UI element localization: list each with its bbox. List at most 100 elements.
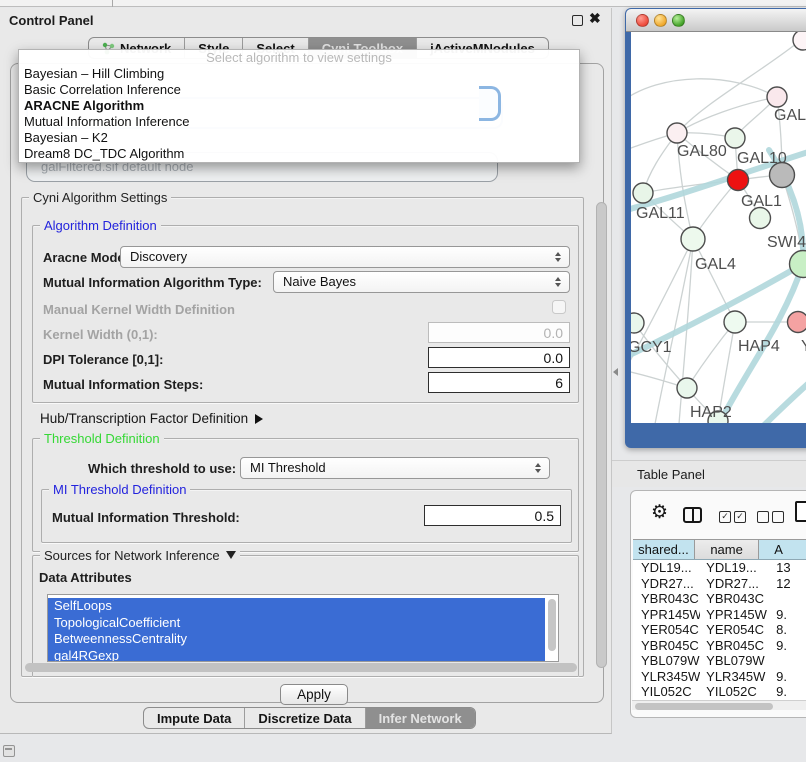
apply-button[interactable]: Apply xyxy=(280,684,348,705)
network-node-label: GCY1 xyxy=(631,339,672,356)
control-panel-titlebar: Control Panel ✖ xyxy=(0,8,611,34)
table-row[interactable]: YDR27...YDR27...12 xyxy=(633,576,806,592)
table-body: YDL19...YDL19...13YDR27...YDR27...12YBR0… xyxy=(633,560,806,700)
table-cell: YIL052C xyxy=(633,684,700,700)
list-vertical-scrollbar[interactable] xyxy=(548,599,556,651)
table-row[interactable]: YPR145WYPR145W9. xyxy=(633,607,806,623)
table-cell: YDL19... xyxy=(633,560,700,576)
table-row[interactable]: YBR045CYBR045C9. xyxy=(633,638,806,654)
network-node[interactable] xyxy=(767,87,787,107)
table-cell: 12 xyxy=(772,576,806,592)
select-all-checkboxes-icon[interactable]: ✓✓ xyxy=(719,511,746,523)
kernel-width-input[interactable]: 0.0 xyxy=(428,322,570,343)
table-row[interactable]: YIL052CYIL052C9. xyxy=(633,684,806,700)
table-row[interactable]: YLR345WYLR345W9. xyxy=(633,669,806,685)
network-node[interactable] xyxy=(681,227,705,251)
spinner-arrows-icon xyxy=(555,277,561,287)
manual-kernel-width-checkbox[interactable] xyxy=(552,300,566,314)
network-node[interactable] xyxy=(793,32,806,50)
network-edge[interactable] xyxy=(693,239,735,322)
data-attributes-list: SelfLoopsTopologicalCoefficientBetweenne… xyxy=(47,594,559,662)
dpi-tolerance-input[interactable]: 0.0 xyxy=(428,347,570,368)
deselect-all-checkboxes-icon[interactable] xyxy=(757,511,784,523)
table-row[interactable]: YDL19...YDL19...13 xyxy=(633,560,806,576)
hub-definition-toggle[interactable]: Hub/Transcription Factor Definition xyxy=(40,411,263,426)
table-horizontal-scrollbar[interactable] xyxy=(632,700,806,710)
attribute-list-item[interactable]: SelfLoops xyxy=(48,598,545,615)
minimize-window-icon[interactable] xyxy=(654,14,667,27)
close-panel-icon[interactable]: ✖ xyxy=(589,10,601,27)
algorithm-option[interactable]: Bayesian – Hill Climbing xyxy=(19,66,579,82)
table-cell: YDR27... xyxy=(633,576,700,592)
new-table-icon[interactable] xyxy=(795,501,806,522)
split-columns-icon[interactable] xyxy=(683,507,702,523)
tab-discretize-data[interactable]: Discretize Data xyxy=(245,708,365,728)
tab-label: Infer Network xyxy=(379,711,462,726)
table-column-header[interactable]: shared... xyxy=(633,540,695,559)
table-cell: YBL079W xyxy=(633,653,700,669)
network-edge[interactable] xyxy=(631,239,693,377)
algorithm-option[interactable]: Bayesian – K2 xyxy=(19,130,579,146)
split-pane-collapse-icon[interactable] xyxy=(613,368,618,376)
float-panel-icon[interactable] xyxy=(572,15,583,26)
network-node[interactable] xyxy=(667,123,687,143)
algorithm-option[interactable]: Dream8 DC_TDC Algorithm xyxy=(19,146,579,162)
network-node-label: HAP4 xyxy=(738,338,780,355)
attribute-list-item[interactable]: gal4RGexp xyxy=(48,648,545,663)
mi-threshold-definition-group: MI Threshold Definition Mutual Informati… xyxy=(41,489,572,543)
table-row[interactable]: YBR043CYBR043C xyxy=(633,591,806,607)
network-edge-highlighted[interactable] xyxy=(727,374,806,423)
network-node[interactable] xyxy=(724,311,746,333)
table-column-header[interactable]: A xyxy=(759,540,806,559)
attribute-list-item[interactable]: BetweennessCentrality xyxy=(48,631,545,648)
settings-vertical-scrollbar[interactable] xyxy=(596,202,607,668)
settings-horizontal-scrollbar[interactable] xyxy=(25,663,577,672)
mi-threshold-input[interactable]: 0.5 xyxy=(424,505,561,526)
gear-icon[interactable]: ⚙ xyxy=(651,503,668,522)
aracne-mode-select[interactable]: Discovery xyxy=(120,246,570,268)
minimized-panel-icon[interactable] xyxy=(3,745,15,757)
network-node-label: GAL xyxy=(774,107,806,124)
table-header-row: shared...nameA xyxy=(633,539,806,560)
tab-label: Discretize Data xyxy=(258,711,351,726)
table-cell: YLR345W xyxy=(633,669,700,685)
data-attributes-label: Data Attributes xyxy=(39,570,132,585)
network-node[interactable] xyxy=(788,312,806,333)
tab-label: Impute Data xyxy=(157,711,231,726)
network-window-titlebar[interactable] xyxy=(626,9,806,32)
aracne-mode-value: Discovery xyxy=(130,249,187,264)
table-cell: 9. xyxy=(772,684,806,700)
network-edge[interactable] xyxy=(677,97,777,133)
attribute-list-item[interactable]: TopologicalCoefficient xyxy=(48,615,545,632)
scrollbar-thumb[interactable] xyxy=(635,703,773,710)
collapse-arrow-icon xyxy=(226,551,236,559)
toolbar-divider xyxy=(112,0,113,7)
table-cell: YBR043C xyxy=(633,591,700,607)
network-node[interactable] xyxy=(750,208,771,229)
which-threshold-value: MI Threshold xyxy=(250,460,326,475)
network-edge[interactable] xyxy=(631,79,777,102)
network-edge[interactable] xyxy=(687,322,735,388)
table-cell: YER054C xyxy=(633,622,700,638)
mi-threshold-label: Mutual Information Threshold: xyxy=(52,510,240,525)
network-node[interactable] xyxy=(725,128,745,148)
mi-steps-input[interactable]: 6 xyxy=(428,372,570,393)
network-node[interactable] xyxy=(728,170,749,191)
table-row[interactable]: YER054CYER054C8. xyxy=(633,622,806,638)
table-toolbar: ⚙ ✓✓ xyxy=(631,491,806,539)
close-window-icon[interactable] xyxy=(636,14,649,27)
sources-title[interactable]: Sources for Network Inference xyxy=(40,548,240,563)
mi-algorithm-type-select[interactable]: Naive Bayes xyxy=(273,271,570,293)
network-node[interactable] xyxy=(631,313,644,333)
network-canvas[interactable]: GALGAL80GAL10GAL1GAL11GAL4SWI4GCY1HAP4YH… xyxy=(631,32,806,423)
which-threshold-select[interactable]: MI Threshold xyxy=(240,457,550,479)
tab-impute-data[interactable]: Impute Data xyxy=(144,708,245,728)
zoom-window-icon[interactable] xyxy=(672,14,685,27)
table-cell: YPR145W xyxy=(633,607,700,623)
table-cell: 9. xyxy=(772,638,806,654)
tab-infer-network[interactable]: Infer Network xyxy=(366,708,475,728)
network-node[interactable] xyxy=(633,183,653,203)
table-row[interactable]: YBL079WYBL079W xyxy=(633,653,806,669)
network-node[interactable] xyxy=(677,378,697,398)
table-column-header[interactable]: name xyxy=(695,540,759,559)
